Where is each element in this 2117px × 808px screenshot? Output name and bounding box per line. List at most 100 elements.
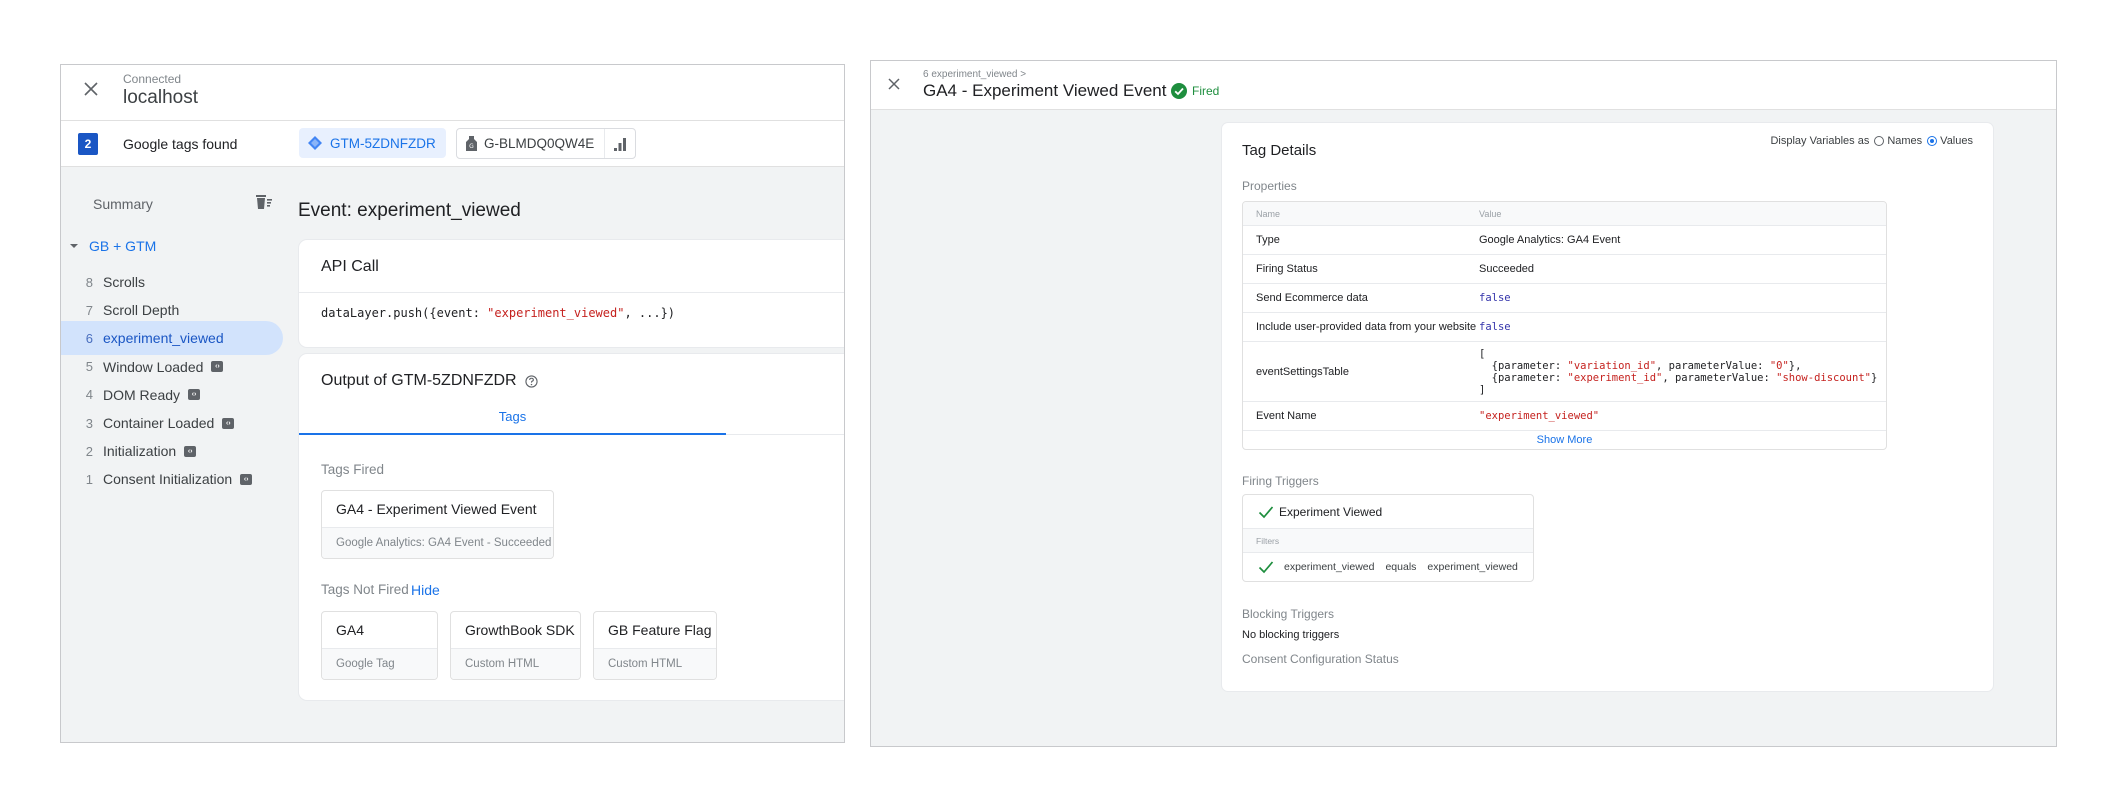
summary-link[interactable]: Summary — [93, 196, 153, 212]
consent-status-label: Consent Configuration Status — [1242, 652, 1399, 666]
radio-values-label[interactable]: Values — [1940, 135, 1973, 147]
api-call-title: API Call — [321, 258, 379, 275]
property-row: Type Google Analytics: GA4 Event — [1243, 226, 1886, 255]
tag-type: Custom HTML — [451, 649, 580, 679]
event-number: 8 — [85, 274, 93, 290]
trigger-header: Experiment Viewed — [1243, 495, 1533, 529]
close-icon[interactable] — [885, 75, 903, 93]
property-value-text: Succeeded — [1479, 263, 1535, 275]
api-call-card: API Call dataLayer.push({event: "experim… — [299, 240, 844, 347]
property-value-text: false — [1479, 321, 1511, 333]
tag-title: GA4 - Experiment Viewed Event — [923, 81, 1167, 100]
property-value: Succeeded — [1479, 255, 1886, 283]
tag-name: GB Feature Flag — [594, 612, 716, 649]
gtm-diamond-icon — [308, 136, 322, 150]
property-name: Send Ecommerce data — [1256, 292, 1368, 304]
property-value: false — [1479, 313, 1886, 341]
column-header-value: Value — [1479, 208, 1502, 219]
tags-fired-label: Tags Fired — [321, 462, 385, 477]
properties-table: Name Value Type Google Analytics: GA4 Eve… — [1242, 201, 1887, 450]
hide-not-fired-link[interactable]: Hide — [411, 582, 440, 598]
breadcrumb[interactable]: 6 experiment_viewed > — [923, 69, 1026, 80]
analytics-icon-button[interactable] — [605, 129, 635, 158]
show-more-button[interactable]: Show More — [1243, 431, 1886, 449]
property-name: Event Name — [1256, 410, 1317, 422]
tag-assistant-panel: Connected localhost 2 Google tags found … — [60, 64, 845, 743]
property-row: Event Name "experiment_viewed" — [1243, 402, 1886, 431]
code-icon: ‹› — [188, 389, 201, 401]
column-header-name: Name — [1256, 208, 1281, 219]
property-name: eventSettingsTable — [1256, 365, 1349, 378]
connected-host: localhost — [123, 87, 198, 108]
tag-details-title: Tag Details — [1242, 142, 1317, 159]
event-number: 4 — [85, 387, 93, 403]
event-label: Initialization — [103, 443, 177, 460]
fired-status-badge: Fired — [1171, 83, 1219, 99]
help-icon[interactable] — [524, 374, 538, 388]
event-detail: Event: experiment_viewed API Call dataLa… — [298, 168, 844, 742]
property-value-text: Google Analytics: GA4 Event — [1479, 234, 1621, 246]
property-value: [ {parameter: "variation_id", parameterV… — [1479, 342, 1886, 401]
event-number: 7 — [85, 302, 93, 318]
event-label: Window Loaded — [103, 358, 204, 375]
property-value: Google Analytics: GA4 Event — [1479, 226, 1886, 254]
event-title: Event: experiment_viewed — [298, 200, 521, 221]
tab-tags[interactable]: Tags — [299, 400, 726, 435]
event-number: 5 — [85, 359, 93, 375]
gtm-container-chip[interactable]: GTM-5ZDNFZDR — [299, 128, 446, 158]
tags-not-fired-label: Tags Not Fired — [321, 582, 409, 597]
display-variables-toggle: Display Variables as Names Values — [1770, 135, 1973, 147]
radio-values[interactable] — [1927, 136, 1938, 146]
tags-found-bar: 2 Google tags found GTM-5ZDNFZDR G G-BLM… — [61, 121, 844, 167]
event-label: Container Loaded — [103, 415, 215, 431]
radio-names[interactable] — [1874, 136, 1885, 146]
property-row: Include user-provided data from your web… — [1243, 313, 1886, 342]
event-label: Scroll Depth — [103, 302, 180, 319]
code-icon: ‹› — [211, 361, 224, 373]
radio-names-label[interactable]: Names — [1887, 135, 1922, 147]
tag-card[interactable]: GrowthBook SDK Custom HTML — [450, 611, 581, 680]
event-group-label: GB + GTM — [89, 238, 157, 254]
gtm-container-id: GTM-5ZDNFZDR — [330, 135, 436, 151]
code-text: dataLayer.push({event: — [321, 306, 488, 320]
tag-card[interactable]: GA4 Google Tag — [321, 611, 438, 680]
svg-text:G: G — [469, 143, 474, 150]
display-variables-label: Display Variables as — [1770, 135, 1870, 147]
property-value-code: [ {parameter: "variation_id", parameterV… — [1479, 347, 1878, 396]
tag-type: Google Tag — [322, 649, 437, 679]
trigger-filter-row: experiment_viewed equals experiment_view… — [1243, 553, 1533, 581]
tag-card[interactable]: GB Feature Flag Custom HTML — [593, 611, 717, 680]
filter-value: experiment_viewed — [1427, 561, 1518, 573]
tags-count-badge: 2 — [78, 133, 98, 155]
code-text: , ...}) — [624, 306, 676, 320]
ga-tag-chip[interactable]: G G-BLMDQ0QW4E — [456, 128, 637, 159]
tag-type: Google Analytics: GA4 Event - Succeeded — [322, 528, 553, 558]
sidebar-event-item[interactable]: 1 Consent Initialization ‹› — [61, 462, 283, 496]
property-value: false — [1479, 284, 1886, 312]
event-number: 2 — [85, 443, 93, 459]
blocking-triggers-label: Blocking Triggers — [1242, 607, 1335, 621]
code-string: "experiment_viewed" — [487, 306, 625, 320]
event-label: Scrolls — [103, 274, 146, 290]
divider — [299, 292, 844, 293]
code-icon: ‹› — [184, 445, 197, 457]
firing-trigger-card[interactable]: Experiment Viewed Filters experiment_vie… — [1242, 494, 1534, 582]
property-name: Include user-provided data from your web… — [1256, 321, 1477, 333]
close-icon[interactable] — [81, 79, 101, 99]
code-icon: ‹› — [222, 417, 235, 429]
tag-details-panel: 6 experiment_viewed > GA4 - Experiment V… — [870, 60, 2057, 747]
code-icon: ‹› — [240, 473, 253, 485]
tag-name: GA4 — [322, 612, 437, 649]
blocking-triggers-text: No blocking triggers — [1242, 629, 1340, 641]
check-icon — [1258, 561, 1274, 574]
event-number: 3 — [85, 415, 93, 431]
clear-messages-icon[interactable] — [254, 192, 274, 212]
output-tabs: Tags — [299, 400, 844, 435]
property-name: Firing Status — [1256, 263, 1318, 275]
caret-down-icon — [70, 244, 78, 248]
tag-card[interactable]: GA4 - Experiment Viewed Event Google Anal… — [321, 490, 554, 559]
event-number: 1 — [85, 471, 93, 487]
table-header-row: Name Value — [1243, 202, 1886, 226]
property-row: Firing Status Succeeded — [1243, 255, 1886, 284]
event-group-toggle[interactable]: GB + GTM — [69, 238, 156, 254]
